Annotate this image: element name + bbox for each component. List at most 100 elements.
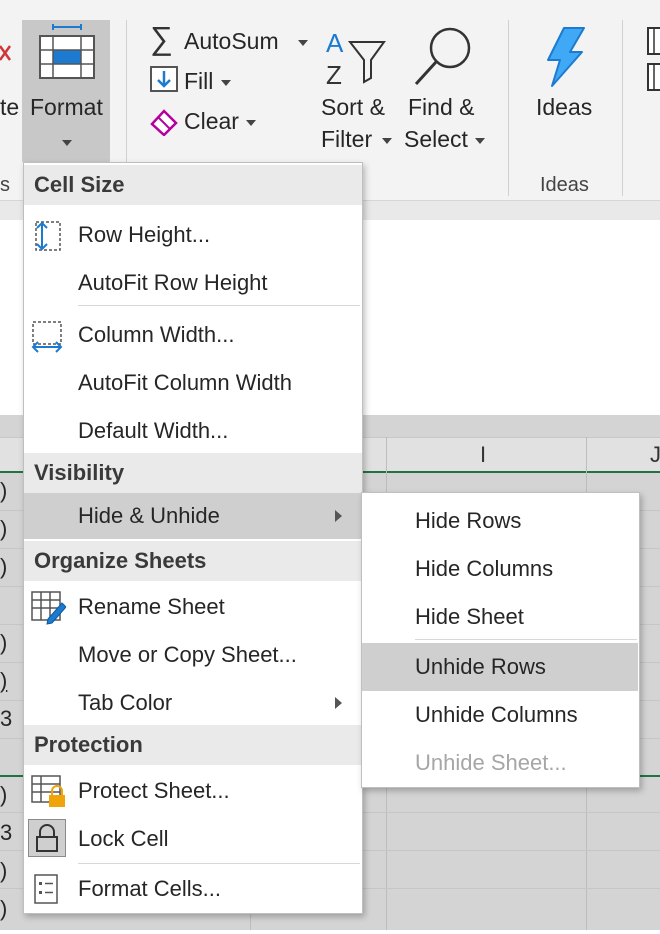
column-width-icon — [31, 321, 63, 353]
add-in-icon[interactable] — [646, 26, 660, 96]
menu-label: Tab Color — [78, 690, 173, 715]
format-label: Format — [30, 94, 103, 120]
menu-label: Lock Cell — [78, 826, 169, 851]
menu-item-default-width[interactable]: Default Width... — [24, 407, 362, 455]
cells-group-label: s — [0, 174, 10, 196]
submenu-label: Hide Rows — [415, 508, 522, 533]
hide-unhide-submenu: Hide Rows Hide Columns Hide Sheet Unhide… — [361, 492, 640, 788]
submenu-label: Unhide Rows — [415, 654, 546, 679]
menu-item-move-copy-sheet[interactable]: Move or Copy Sheet... — [24, 631, 362, 679]
protect-sheet-icon — [31, 775, 65, 807]
submenu-item-hide-columns[interactable]: Hide Columns — [362, 545, 638, 593]
clear-caret-icon — [246, 120, 256, 126]
find-select-button[interactable]: Find & Select — [402, 24, 492, 158]
row-height-icon — [35, 221, 61, 251]
rename-sheet-icon — [31, 591, 66, 625]
menu-item-protect-sheet[interactable]: Protect Sheet... — [24, 767, 362, 815]
fill-label: Fill — [184, 68, 214, 94]
cell-fragment: 3 — [0, 820, 13, 845]
sort-filter-icon: A Z — [326, 28, 386, 88]
sort-filter-label-line2: Filter — [321, 126, 373, 152]
column-header-i[interactable]: I — [480, 442, 486, 468]
format-icon — [39, 24, 95, 79]
format-cells-icon — [34, 874, 58, 904]
submenu-arrow-icon — [335, 697, 342, 709]
find-select-caret-icon — [475, 138, 485, 144]
section-header-protection: Protection — [24, 725, 362, 765]
menu-item-tab-color[interactable]: Tab Color — [24, 679, 362, 727]
svg-text:Z: Z — [326, 60, 342, 88]
cell-fragment: 3 — [0, 706, 13, 731]
submenu-item-unhide-columns[interactable]: Unhide Columns — [362, 691, 638, 739]
section-header-visibility: Visibility — [24, 453, 362, 493]
menu-item-autofit-column-width[interactable]: AutoFit Column Width — [24, 359, 362, 407]
submenu-item-unhide-sheet: Unhide Sheet... — [362, 739, 638, 787]
sort-filter-caret-icon — [382, 138, 392, 144]
menu-label: AutoFit Row Height — [78, 270, 268, 295]
lightning-ideas-icon — [547, 27, 585, 87]
format-dropdown-menu: Cell Size Row Height... AutoFit Row Heig… — [23, 162, 363, 914]
lock-cell-icon-frame — [28, 819, 66, 857]
menu-item-lock-cell[interactable]: Lock Cell — [24, 815, 362, 863]
cell-fragment: ) — [0, 896, 8, 921]
menu-label: Format Cells... — [78, 876, 222, 901]
cell-fragment: ) — [0, 782, 8, 807]
autosum-button[interactable]: ∑ AutoSum — [148, 20, 313, 58]
magnifier-icon — [414, 27, 471, 86]
cell-fragment — [0, 744, 20, 782]
delete-button-label[interactable]: te — [0, 94, 19, 121]
menu-label: Hide & Unhide — [78, 503, 220, 528]
menu-label: Default Width... — [78, 418, 229, 443]
section-header-organize-sheets: Organize Sheets — [24, 541, 362, 581]
column-header-j[interactable]: J — [650, 442, 660, 468]
clear-button[interactable]: Clear — [148, 104, 263, 138]
menu-item-rename-sheet[interactable]: Rename Sheet — [24, 583, 362, 631]
cell-fragment: ) — [0, 630, 8, 655]
submenu-label: Unhide Sheet... — [415, 750, 567, 775]
menu-item-hide-unhide[interactable]: Hide & Unhide — [24, 493, 362, 539]
left-edge-cells: ) ) ) ) ) 3 ) 3 ) ) — [0, 478, 20, 934]
menu-separator — [78, 863, 360, 864]
delete-cells-icon[interactable] — [0, 38, 12, 78]
ideas-button[interactable]: Ideas — [530, 24, 600, 124]
find-select-label-line2: Select — [404, 126, 468, 152]
menu-label: Protect Sheet... — [78, 778, 230, 803]
menu-item-row-height[interactable]: Row Height... — [24, 211, 362, 259]
cell-fragment: ) — [0, 858, 8, 883]
menu-item-autofit-row-height[interactable]: AutoFit Row Height — [24, 259, 362, 307]
sort-filter-button[interactable]: A Z Sort & Filter — [318, 24, 396, 158]
submenu-item-hide-rows[interactable]: Hide Rows — [362, 497, 638, 545]
fill-caret-icon — [221, 80, 231, 86]
cell-fragment: ) — [0, 554, 8, 579]
submenu-label: Unhide Columns — [415, 702, 578, 727]
sigma-icon: ∑ — [150, 20, 173, 56]
cell-fragment: ) — [0, 478, 8, 503]
submenu-item-unhide-rows[interactable]: Unhide Rows — [362, 643, 638, 691]
cell-fragment — [0, 592, 20, 630]
autosum-label: AutoSum — [184, 28, 279, 54]
autosum-caret-icon — [298, 40, 308, 46]
svg-text:A: A — [326, 28, 344, 58]
ideas-group-label: Ideas — [540, 174, 589, 196]
fill-button[interactable]: Fill — [148, 64, 243, 98]
cell-fragment: ) — [0, 516, 8, 541]
menu-item-column-width[interactable]: Column Width... — [24, 311, 362, 359]
eraser-icon — [150, 109, 178, 136]
menu-separator — [78, 305, 360, 306]
menu-label: Move or Copy Sheet... — [78, 642, 297, 667]
find-select-label-line1: Find & — [408, 94, 475, 120]
ideas-label: Ideas — [536, 94, 593, 120]
submenu-label: Hide Columns — [415, 556, 554, 581]
padlock-icon — [36, 824, 58, 852]
submenu-arrow-icon — [335, 510, 342, 522]
ribbon-separator — [508, 20, 509, 196]
submenu-label: Hide Sheet — [415, 604, 524, 629]
menu-item-format-cells[interactable]: Format Cells... — [24, 865, 362, 913]
ribbon-separator — [622, 20, 623, 196]
format-button[interactable]: Format — [22, 20, 110, 162]
clear-label: Clear — [184, 108, 239, 134]
menu-label: Column Width... — [78, 322, 235, 347]
cell-fragment: ) — [0, 668, 8, 693]
submenu-item-hide-sheet[interactable]: Hide Sheet — [362, 593, 638, 641]
fill-down-icon — [150, 66, 178, 92]
